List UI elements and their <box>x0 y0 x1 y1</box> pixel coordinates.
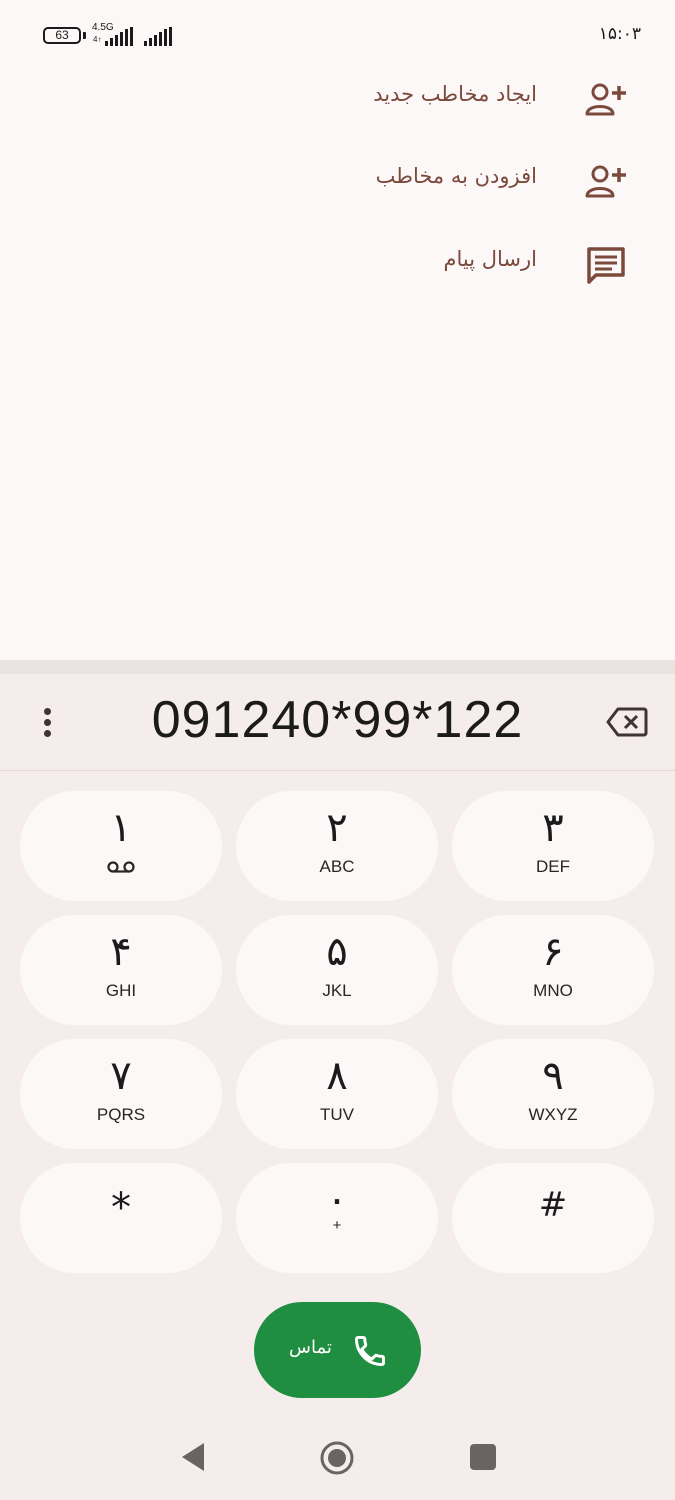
key-letters: WXYZ <box>528 1105 578 1124</box>
key-digit: ۵ <box>326 929 348 975</box>
key-9[interactable]: ۹ WXYZ <box>452 1039 654 1149</box>
key-letters: + <box>332 1217 342 1234</box>
action-label: ایجاد مخاطب جدید <box>373 82 537 106</box>
home-icon[interactable] <box>319 1440 355 1476</box>
network-activity-icon: 4↑ <box>93 35 102 44</box>
battery-icon: 63 <box>43 27 81 44</box>
action-label: افزودن به مخاطب <box>375 164 537 188</box>
action-add-to-contact[interactable]: افزودن به مخاطب <box>0 152 675 212</box>
clock: ۱۵:۰۳ <box>598 24 641 44</box>
key-4[interactable]: ۴ GHI <box>20 915 222 1025</box>
key-letters: JKL <box>322 981 352 1000</box>
key-8[interactable]: ۸ TUV <box>236 1039 438 1149</box>
battery-level: 63 <box>55 28 69 42</box>
call-button[interactable]: تماس <box>254 1302 421 1398</box>
back-icon[interactable] <box>178 1440 208 1474</box>
key-7[interactable]: ۷ PQRS <box>20 1039 222 1149</box>
action-create-new-contact[interactable]: ایجاد مخاطب جدید <box>0 70 675 130</box>
key-digit: ۶ <box>542 929 564 975</box>
voicemail-icon <box>107 861 135 873</box>
network-type: 4.5G <box>92 22 114 33</box>
add-contact-icon <box>585 165 626 198</box>
battery-tip <box>83 32 86 39</box>
action-send-message[interactable]: ارسال پیام <box>0 235 675 295</box>
key-digit: # <box>538 1185 568 1225</box>
status-bar: 63 4.5G 4↑ ۱۵:۰۳ <box>0 0 675 70</box>
key-2[interactable]: ۲ ABC <box>236 791 438 901</box>
call-label: تماس <box>289 1337 332 1358</box>
key-digit: ۲ <box>326 805 348 851</box>
key-digit: ۴ <box>110 929 132 975</box>
message-icon <box>587 247 625 284</box>
key-digit: ۳ <box>542 805 564 851</box>
key-star[interactable]: * <box>20 1163 222 1273</box>
key-letters: TUV <box>320 1105 354 1124</box>
phone-icon <box>355 1336 385 1366</box>
dialed-number[interactable]: 091240*99*122 <box>0 690 675 750</box>
key-pound[interactable]: # <box>452 1163 654 1273</box>
key-digit: ۹ <box>542 1053 564 1099</box>
panel-divider <box>0 660 675 674</box>
key-letters: MNO <box>533 981 573 1000</box>
action-label: ارسال پیام <box>443 247 538 271</box>
key-letters: PQRS <box>96 1105 146 1124</box>
key-3[interactable]: ۳ DEF <box>452 791 654 901</box>
key-0[interactable]: ۰ + <box>236 1163 438 1273</box>
key-digit: ۸ <box>326 1053 348 1099</box>
key-5[interactable]: ۵ JKL <box>236 915 438 1025</box>
key-digit: ۷ <box>110 1053 132 1099</box>
key-1[interactable]: ۱ <box>20 791 222 901</box>
backspace-icon[interactable] <box>606 706 648 738</box>
key-digit: * <box>111 1185 131 1231</box>
key-letters: ABC <box>319 857 355 876</box>
key-digit: ۱ <box>110 805 132 851</box>
key-letters: DEF <box>536 857 570 876</box>
key-6[interactable]: ۶ MNO <box>452 915 654 1025</box>
key-letters: GHI <box>105 981 137 1000</box>
add-contact-icon <box>585 83 626 116</box>
recents-icon[interactable] <box>470 1444 496 1470</box>
